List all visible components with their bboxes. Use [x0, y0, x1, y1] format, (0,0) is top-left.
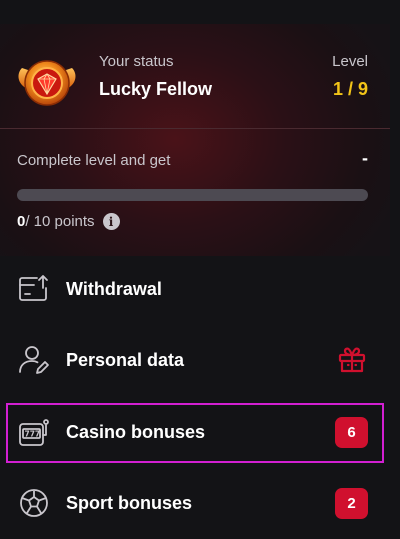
menu-item-personal-data[interactable]: Personal data — [0, 328, 390, 392]
menu-item-label: Withdrawal — [66, 278, 162, 299]
status-caption: Your status — [99, 53, 174, 70]
info-icon[interactable]: i — [102, 213, 120, 230]
level-caption: Level — [332, 53, 368, 70]
sport-bonuses-count-badge: 2 — [335, 487, 368, 519]
withdrawal-icon — [17, 272, 51, 306]
slot-machine-icon: 777 — [17, 415, 51, 449]
level-value: 1 / 9 — [332, 79, 368, 99]
menu-item-label: Personal data — [66, 349, 185, 370]
menu-item-label: Casino bonuses — [66, 421, 206, 442]
divider — [0, 128, 390, 129]
progress-label: Complete level and get — [17, 152, 171, 169]
status-card: Your status Lucky Fellow Level 1 / 9 Com… — [0, 24, 390, 256]
user-edit-icon — [17, 343, 51, 377]
points-counter: 0 / 10 points i — [17, 213, 120, 230]
points-current: 0 — [17, 213, 26, 230]
sidebar-panel: Your status Lucky Fellow Level 1 / 9 Com… — [0, 0, 400, 539]
winged-gem-badge-icon — [14, 50, 80, 116]
progress-bar — [17, 189, 368, 201]
points-total: / 10 points — [25, 213, 95, 230]
soccer-ball-icon — [17, 486, 51, 520]
status-name: Lucky Fellow — [99, 79, 213, 99]
gift-icon[interactable] — [336, 344, 368, 376]
casino-bonuses-count-badge: 6 — [335, 416, 368, 448]
menu-item-label: Sport bonuses — [66, 492, 193, 513]
menu-item-casino-bonuses[interactable]: 777 Casino bonuses 6 — [0, 400, 390, 464]
menu-item-withdrawal[interactable]: Withdrawal — [0, 257, 390, 321]
menu-item-sport-bonuses[interactable]: Sport bonuses 2 — [0, 471, 390, 535]
svg-text:777: 777 — [25, 430, 41, 439]
reward-value: - — [362, 148, 368, 168]
